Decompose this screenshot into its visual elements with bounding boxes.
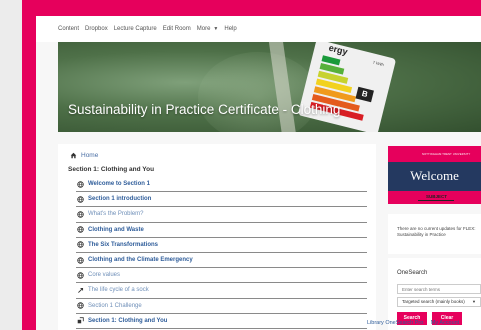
globe-icon (77, 196, 84, 203)
item-label: The Six Transformations (88, 241, 159, 248)
banner-shading (198, 52, 318, 132)
course-page: Content Dropbox Lecture Capture Edit Roo… (36, 16, 481, 330)
globe-icon (77, 241, 84, 249)
chevron-down-icon[interactable]: ▼ (213, 26, 218, 32)
search-input[interactable] (397, 284, 481, 294)
nav-help[interactable]: Help (224, 26, 236, 32)
library-onesearch-link[interactable]: Library OneSearch Pro (367, 320, 423, 326)
globe-icon (77, 271, 84, 279)
item-label: Welcome to Section 1 (88, 181, 150, 188)
updates-widget: There are no current updates for FLEX: S… (388, 214, 481, 254)
item-label: The life cycle of a sock (88, 287, 149, 294)
welcome-widget: NOTTINGHAM TRENT UNIVERSITY Welcome SUBJ… (388, 146, 481, 204)
nav-content[interactable]: Content (58, 26, 79, 32)
nav-lecture-capture[interactable]: Lecture Capture (114, 26, 157, 32)
course-title: Sustainability in Practice Certificate -… (68, 102, 341, 117)
item-label: Clothing and Waste (88, 226, 144, 233)
quiz-icon (77, 317, 84, 324)
home-link[interactable]: Home (70, 152, 98, 159)
list-item-transformations[interactable]: The Six Transformations (76, 238, 367, 253)
university-name: NOTTINGHAM TRENT UNIVERSITY (422, 153, 471, 156)
energy-rating-badge: B (355, 86, 374, 103)
item-label: Section 1 introduction (88, 196, 152, 203)
list-item-sock[interactable]: The life cycle of a sock (76, 283, 367, 299)
globe-icon (77, 226, 84, 233)
section-title: Section 1: Clothing and You (68, 166, 155, 173)
content-panel: Home Section 1: Clothing and You Welcome… (58, 144, 376, 330)
list-item-challenge[interactable]: Section 1 Challenge (76, 299, 367, 314)
globe-icon (77, 302, 84, 309)
list-item-core-values[interactable]: Core values (76, 268, 367, 284)
welcome-underline (418, 200, 454, 201)
list-item-quiz[interactable]: Section 1: Clothing and You (76, 314, 367, 329)
nav-dropbox[interactable]: Dropbox (85, 26, 108, 32)
home-icon (70, 152, 77, 159)
course-banner: ergy 7 kWh B Sustainability in Practice … (58, 42, 481, 132)
welcome-band: Welcome (388, 162, 481, 191)
home-label: Home (81, 152, 99, 159)
item-label: Section 1: Clothing and You (88, 317, 168, 324)
globe-icon (77, 256, 84, 264)
energy-label-image: ergy 7 kWh B (297, 42, 397, 132)
list-item-climate[interactable]: Clothing and the Climate Emergency (76, 253, 367, 269)
list-item-problem[interactable]: What's the Problem? (76, 207, 367, 223)
nav-edit-room[interactable]: Edit Room (163, 26, 191, 32)
chevron-down-icon: ▼ (472, 299, 476, 304)
list-item-welcome[interactable]: Welcome to Section 1 (76, 177, 367, 193)
top-nav: Content Dropbox Lecture Capture Edit Roo… (36, 16, 481, 42)
link-icon (78, 287, 84, 293)
content-list: Welcome to Section 1 Section 1 introduct… (76, 177, 367, 329)
item-label: What's the Problem? (88, 211, 144, 218)
nav-more[interactable]: More (197, 26, 211, 32)
item-label: Section 1 Challenge (88, 302, 142, 309)
globe-icon (77, 211, 84, 218)
globe-icon (77, 180, 84, 188)
onesearch-links: Library OneSearch Pro My Account (367, 320, 459, 326)
list-item-introduction[interactable]: Section 1 introduction (76, 192, 367, 208)
onesearch-title: OneSearch (397, 270, 428, 276)
energy-label-text: ergy (327, 42, 349, 57)
welcome-subtitle: SUBJECT (426, 194, 448, 199)
my-account-link[interactable]: My Account (431, 320, 459, 326)
welcome-title: Welcome (410, 168, 459, 183)
search-scope-select[interactable]: Targeted search (mainly books) ▼ (397, 297, 481, 307)
right-sidebar: NOTTINGHAM TRENT UNIVERSITY Welcome SUBJ… (388, 144, 481, 330)
select-value: Targeted search (mainly books) (402, 299, 465, 304)
item-label: Core values (88, 272, 121, 279)
updates-text: There are no current updates for FLEX: S… (397, 226, 476, 237)
list-item-waste[interactable]: Clothing and Waste (76, 223, 367, 238)
energy-label-small: 7 kWh (372, 59, 385, 68)
item-label: Clothing and the Climate Emergency (88, 257, 193, 264)
